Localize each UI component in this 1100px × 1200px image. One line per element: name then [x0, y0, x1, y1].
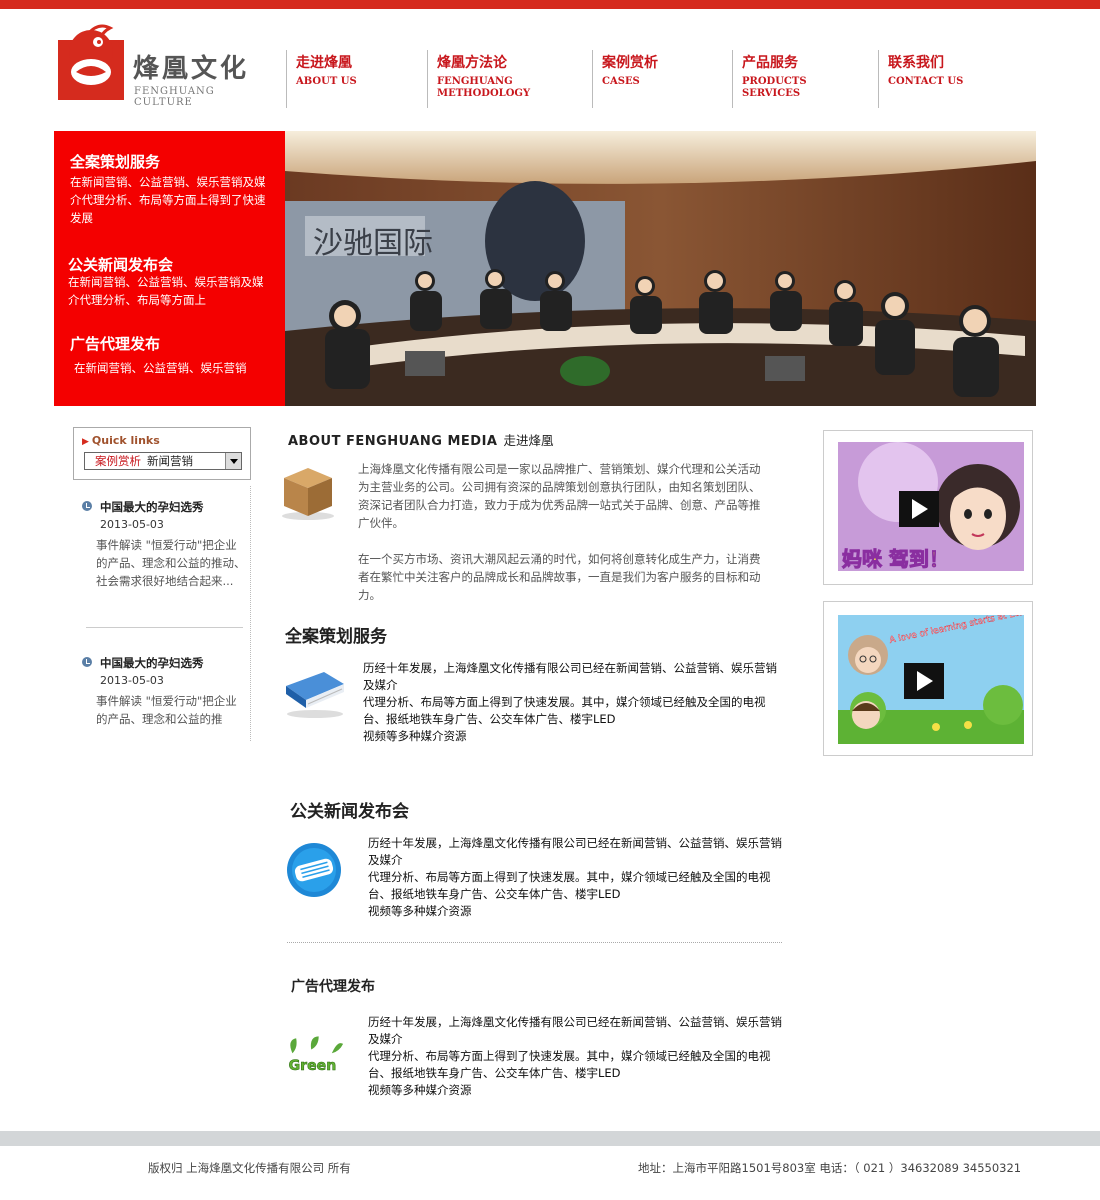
footer-copyright: 版权归 上海烽凰文化传播有限公司 所有: [148, 1161, 351, 1175]
nav-cases[interactable]: 案例赏析 CASES: [592, 50, 732, 108]
quick-links-box: ▶ Quick links 案例赏析 新闻营销: [73, 427, 251, 480]
news-title[interactable]: 中国最大的孕妇选秀: [100, 655, 204, 671]
quick-links-selected-category: 案例赏析: [95, 454, 141, 468]
section-title: 公关新闻发布会: [290, 802, 409, 822]
top-accent-bar: [0, 0, 1100, 9]
quick-links-select[interactable]: 案例赏析 新闻营销: [84, 452, 242, 470]
footer-contact: 地址：上海市平阳路1501号803室 电话：（ 021 ）34632089 34…: [638, 1161, 1022, 1175]
book-icon: [286, 672, 344, 718]
footer-bar: [0, 1131, 1100, 1146]
section-title: 广告代理发布: [291, 979, 375, 995]
nav-contact-us[interactable]: 联系我们 CONTACT US: [878, 50, 998, 108]
video-thumbnail[interactable]: 妈咪 驾到！: [823, 430, 1033, 585]
quick-links-label: Quick links: [91, 434, 160, 447]
news-divider: [86, 627, 243, 628]
green-leaf-icon: Green: [288, 1036, 344, 1074]
conference-photo: 沙驰国际: [285, 131, 1036, 406]
play-icon[interactable]: [899, 491, 939, 527]
nav-label-en: CONTACT US: [888, 76, 964, 87]
banner-poster-text: 沙驰国际: [313, 226, 433, 261]
clock-icon: [82, 657, 92, 667]
nav-label-cn: 案例赏析: [602, 55, 658, 71]
nav-methodology[interactable]: 烽凰方法论 FENGHUANG METHODOLOGY: [427, 50, 592, 108]
news-title[interactable]: 中国最大的孕妇选秀: [100, 499, 204, 515]
nav-label-en: FENGHUANG METHODOLOGY: [437, 76, 531, 99]
nav-label-en: ABOUT US: [296, 76, 357, 87]
news-date: 2013-05-03: [100, 518, 164, 531]
nav-label-en: PRODUCTS SERVICES: [742, 76, 807, 99]
site-logo[interactable]: 烽凰文化 FENGHUANG CULTURE: [58, 22, 268, 108]
green-label: Green: [289, 1058, 337, 1074]
nav-label-cn: 联系我们: [888, 55, 944, 71]
news-summary: 事件解读 "恒爱行动"把企业的产品、理念和公益的推动、社会需求很好地结合起来..…: [96, 538, 246, 588]
quick-links-selected-item: 新闻营销: [147, 454, 193, 468]
video-caption: 妈咪 驾到！: [842, 547, 949, 571]
about-heading-cn: 走进烽凰: [503, 433, 554, 448]
brand-name-en: FENGHUANG CULTURE: [134, 86, 215, 108]
news-summary: 事件解读 "恒爱行动"把企业的产品、理念和公益的推: [96, 694, 237, 726]
banner-service-text: 在新闻营销、公益营销、娱乐营销: [74, 361, 247, 375]
banner-service-title[interactable]: 公关新闻发布会: [68, 254, 173, 275]
section-divider: [287, 942, 782, 943]
hero-banner: 全案策划服务 在新闻营销、公益营销、娱乐营销及媒介代理分析、布局等方面上得到了快…: [54, 131, 1036, 406]
section-body: 历经十年发展，上海烽凰文化传播有限公司已经在新闻营销、公益营销、娱乐营销及媒介 …: [368, 1015, 782, 1097]
section-body: 历经十年发展，上海烽凰文化传播有限公司已经在新闻营销、公益营销、娱乐营销及媒介 …: [363, 661, 777, 743]
section-body: 历经十年发展，上海烽凰文化传播有限公司已经在新闻营销、公益营销、娱乐营销及媒介 …: [368, 836, 782, 918]
banner-service-text: 在新闻营销、公益营销、娱乐营销及媒介代理分析、布局等方面上得到了快速发展: [70, 175, 266, 225]
video-thumbnail[interactable]: A love of learning starts at Etonkids: [823, 601, 1033, 756]
about-heading: ABOUT FENGHUANG MEDIA 走进烽凰: [288, 430, 553, 449]
nav-label-cn: 走进烽凰: [296, 55, 352, 71]
triangle-bullet-icon: ▶: [82, 437, 89, 447]
banner-services-panel: 全案策划服务 在新闻营销、公益营销、娱乐营销及媒介代理分析、布局等方面上得到了快…: [54, 131, 285, 406]
about-paragraph-2: 在一个买方市场、资讯大潮风起云涌的时代，如何将创意转化成生产力，让消费者在繁忙中…: [358, 552, 761, 602]
sidebar-divider: [250, 486, 251, 741]
video-frame: A love of learning starts at Etonkids: [838, 615, 1024, 744]
brand-name-cn: 烽凰文化: [133, 54, 250, 84]
nav-label-cn: 产品服务: [742, 55, 798, 71]
banner-service-title[interactable]: 全案策划服务: [70, 151, 160, 172]
news-item[interactable]: 中国最大的孕妇选秀 2013-05-03 事件解读 "恒爱行动"把企业的产品、理…: [82, 499, 247, 614]
section-title: 全案策划服务: [285, 627, 387, 647]
nav-products-services[interactable]: 产品服务 PRODUCTS SERVICES: [732, 50, 878, 108]
about-heading-en: ABOUT FENGHUANG MEDIA: [288, 434, 498, 449]
play-icon[interactable]: [904, 663, 944, 699]
dropdown-arrow-icon[interactable]: [225, 453, 241, 469]
banner-service-text: 在新闻营销、公益营销、娱乐营销及媒介代理分析、布局等方面上: [68, 275, 264, 307]
banner-service-title[interactable]: 广告代理发布: [70, 333, 160, 354]
phoenix-logo-icon: [58, 24, 124, 100]
newspaper-icon: [287, 843, 341, 897]
nav-label-cn: 烽凰方法论: [437, 55, 507, 71]
nav-label-en: CASES: [602, 76, 640, 87]
package-box-icon: [282, 468, 334, 520]
about-paragraph-1: 上海烽凰文化传播有限公司是一家以品牌推广、营销策划、媒介代理和公关活动为主营业务…: [358, 462, 761, 530]
nav-about-us[interactable]: 走进烽凰 ABOUT US: [286, 50, 426, 108]
quick-links-title: ▶ Quick links: [82, 434, 160, 447]
clock-icon: [82, 501, 92, 511]
news-date: 2013-05-03: [100, 674, 164, 687]
news-item[interactable]: 中国最大的孕妇选秀 2013-05-03 事件解读 "恒爱行动"把企业的产品、理…: [82, 655, 247, 735]
video-frame: 妈咪 驾到！: [838, 442, 1024, 571]
